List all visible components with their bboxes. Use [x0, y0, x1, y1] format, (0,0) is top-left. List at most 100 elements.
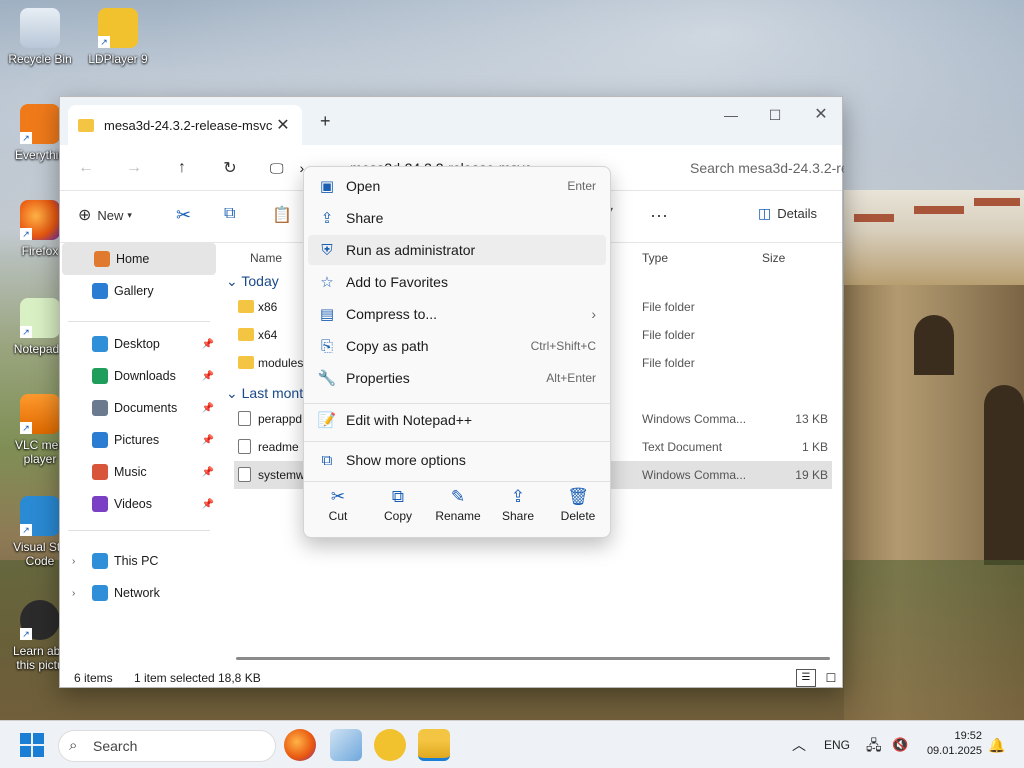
- up-button[interactable]: ↑: [166, 159, 198, 177]
- this-pc-icon: [92, 553, 108, 569]
- ldplayer-taskbar-icon[interactable]: [374, 729, 406, 761]
- notification-bell-icon[interactable]: 🔔: [988, 721, 1005, 768]
- sidebar-item-label: This PC: [114, 554, 159, 568]
- clock[interactable]: 19:52 09.01.2025: [922, 729, 982, 759]
- notepad-plus-plus-icon: ↗: [20, 298, 60, 338]
- start-button[interactable]: [20, 733, 44, 757]
- menu-item-properties[interactable]: 🔧 Properties Alt+Enter: [308, 363, 606, 393]
- sidebar-item-network[interactable]: › Network: [60, 577, 218, 609]
- chevron-right-icon[interactable]: ›: [72, 588, 75, 599]
- taskbar-search[interactable]: ⌕ Search: [58, 730, 276, 762]
- navigation-pane: Home Gallery Desktop 📌 Downloads 📌 Documents 📌 P…: [60, 243, 218, 663]
- sidebar-divider: [68, 530, 210, 531]
- firefox-taskbar-icon[interactable]: [284, 729, 316, 761]
- sidebar-item-music[interactable]: Music 📌: [60, 456, 218, 488]
- sidebar-divider: [68, 321, 210, 322]
- sidebar-item-downloads[interactable]: Downloads 📌: [60, 360, 218, 392]
- column-size[interactable]: Size: [762, 243, 785, 273]
- gallery-icon: [92, 283, 108, 299]
- horizontal-scrollbar[interactable]: [236, 657, 830, 660]
- clipboard-icon: 📋: [272, 207, 292, 224]
- scissors-icon: ✂: [330, 487, 346, 506]
- menu-item-edit-notepad[interactable]: 📝 Edit with Notepad++: [308, 405, 606, 435]
- menu-item-compress-to[interactable]: ▤ Compress to... ›: [308, 299, 606, 329]
- rename-icon: ✎: [450, 487, 466, 506]
- shortcut-arrow-icon: ↗: [20, 628, 32, 640]
- quick-action-share[interactable]: ⇪ Share: [488, 487, 548, 523]
- menu-item-open[interactable]: ▣ Open Enter: [308, 171, 606, 201]
- file-type: File folder: [642, 356, 695, 370]
- shortcut-arrow-icon: ↗: [20, 422, 32, 434]
- close-window-button[interactable]: ✕: [798, 101, 844, 131]
- item-count: 6 items: [74, 671, 113, 685]
- file-explorer-taskbar-icon[interactable]: [418, 729, 450, 761]
- chevron-right-icon[interactable]: ›: [72, 556, 75, 567]
- sidebar-item-gallery[interactable]: Gallery: [60, 275, 218, 307]
- context-menu: ▣ Open Enter ⇪ Share ⛨ Run as administrator ☆ Ad…: [303, 166, 611, 538]
- explorer-tab[interactable]: mesa3d-24.3.2-release-msvc ✕: [68, 105, 302, 145]
- menu-item-add-to-favorites[interactable]: ☆ Add to Favorites: [308, 267, 606, 297]
- chevron-up-icon[interactable]: ︿: [792, 721, 806, 768]
- column-type[interactable]: Type: [642, 243, 668, 273]
- open-icon: ▣: [319, 178, 335, 195]
- sidebar-item-documents[interactable]: Documents 📌: [60, 392, 218, 424]
- title-bar: mesa3d-24.3.2-release-msvc ✕ + — ☐ ✕: [60, 97, 842, 145]
- file-type: Windows Comma...: [642, 412, 747, 426]
- pin-icon: 📌: [201, 434, 214, 446]
- back-button[interactable]: ←: [70, 159, 102, 177]
- language-indicator[interactable]: ENG: [824, 721, 850, 768]
- wrench-icon: 🔧: [317, 370, 337, 387]
- app-taskbar-icon[interactable]: [330, 729, 362, 761]
- new-button[interactable]: ⊕ New ▾: [78, 205, 132, 225]
- quick-action-rename[interactable]: ✎ Rename: [428, 487, 488, 523]
- desktop-shortcut[interactable]: Recycle Bin: [4, 8, 76, 66]
- command-script-icon: [238, 411, 251, 426]
- file-name: x86: [258, 300, 278, 314]
- details-view-button[interactable]: ☰: [796, 669, 816, 687]
- maximize-button[interactable]: ☐: [752, 101, 798, 131]
- firefox-icon: ↗: [20, 200, 60, 240]
- share-icon: ⇪: [510, 487, 526, 506]
- quick-action-cut[interactable]: ✂ Cut: [308, 487, 368, 523]
- menu-item-run-as-administrator[interactable]: ⛨ Run as administrator: [308, 235, 606, 265]
- sidebar-item-this-pc[interactable]: › This PC: [60, 545, 218, 577]
- menu-item-share[interactable]: ⇪ Share: [308, 203, 606, 233]
- column-name[interactable]: Name: [250, 243, 282, 273]
- sidebar-item-label: Downloads: [114, 369, 176, 383]
- sidebar-item-pictures[interactable]: Pictures 📌: [60, 424, 218, 456]
- file-name: x64: [258, 328, 278, 342]
- copy-button[interactable]: ⧉: [224, 205, 235, 223]
- paste-button[interactable]: 📋: [272, 205, 292, 225]
- desktop-folder-icon: [92, 336, 108, 352]
- sidebar-item-videos[interactable]: Videos 📌: [60, 488, 218, 520]
- new-tab-button[interactable]: +: [320, 111, 331, 132]
- desktop-shortcut[interactable]: ↗ LDPlayer 9: [82, 8, 154, 66]
- cut-button[interactable]: ✂: [176, 205, 191, 226]
- tiles-view-button[interactable]: ☐: [822, 669, 840, 687]
- file-type: Windows Comma...: [642, 468, 747, 482]
- details-button[interactable]: ◫ Details: [758, 205, 817, 222]
- volume-muted-icon[interactable]: 🔇: [892, 721, 908, 768]
- quick-action-delete[interactable]: 🗑 Delete: [548, 487, 608, 523]
- group-today[interactable]: ⌄ Today: [226, 273, 279, 290]
- menu-item-show-more[interactable]: ⧉ Show more options: [308, 445, 606, 475]
- minimize-button[interactable]: —: [708, 101, 754, 131]
- sidebar-item-home[interactable]: Home: [62, 243, 216, 275]
- file-type: File folder: [642, 300, 695, 314]
- close-tab-icon[interactable]: ✕: [274, 115, 292, 135]
- network-tray-icon[interactable]: 🖧: [866, 721, 882, 768]
- forward-button[interactable]: →: [118, 159, 150, 177]
- everything-search-icon: ↗: [20, 104, 60, 144]
- more-options-button[interactable]: ···: [650, 205, 668, 226]
- new-label: New: [97, 207, 124, 223]
- sidebar-item-desktop[interactable]: Desktop 📌: [60, 328, 218, 360]
- home-icon: [94, 251, 110, 267]
- menu-item-copy-as-path[interactable]: ⎘ Copy as path Ctrl+Shift+C: [308, 331, 606, 361]
- group-last-month[interactable]: ⌄ Last mont: [226, 385, 303, 402]
- recycle-bin-icon: [20, 8, 60, 48]
- menu-item-label: Run as administrator: [346, 242, 476, 258]
- search-input[interactable]: Search mesa3d-24.3.2-re: [680, 153, 844, 183]
- download-icon: [92, 368, 108, 384]
- refresh-button[interactable]: ↻: [214, 158, 246, 178]
- quick-action-copy[interactable]: ⧉ Copy: [368, 487, 428, 523]
